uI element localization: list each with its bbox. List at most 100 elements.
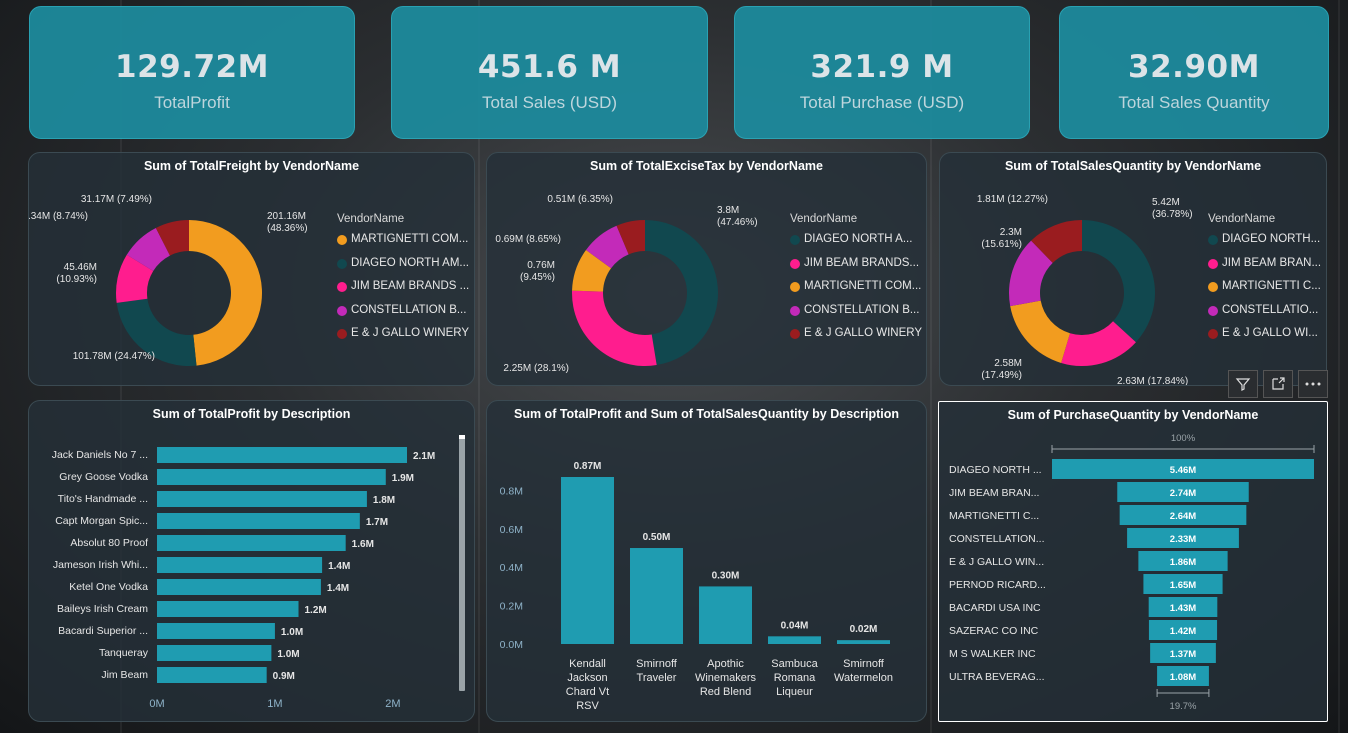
bar (157, 601, 299, 617)
kpi-label: TotalProfit (154, 93, 230, 112)
excise-donut-chart[interactable]: 3.8M(47.46%) 2.25M (28.1%) 0.76M(9.45%) 0.6… (487, 175, 787, 385)
bar (157, 491, 367, 507)
funnel-category-label: M S WALKER INC (949, 648, 1036, 660)
focus-mode-icon[interactable] (1263, 370, 1293, 398)
freight-donut-card[interactable]: Sum of TotalFreight by VendorName 201.16… (28, 152, 475, 386)
legend-label: JIM BEAM BRANDS... (804, 256, 920, 269)
kpi-card-total-sales-quantity[interactable]: 32.90M Total Sales Quantity (1059, 6, 1329, 139)
category-label: Romana (774, 672, 816, 684)
bar-data-label: 1.4M (328, 561, 350, 572)
profit-and-quantity-card[interactable]: Sum of TotalProfit and Sum of TotalSales… (486, 400, 927, 722)
legend-dot-icon (1208, 258, 1218, 269)
legend-label: E & J GALLO WINERY (351, 327, 470, 339)
sales-quantity-legend[interactable]: VendorName DIAGEO NORTH... JIM BEAM BRAN..… (1208, 213, 1321, 351)
excise-donut-card[interactable]: Sum of TotalExciseTax by VendorName 3.8M… (486, 152, 927, 386)
slice-data-label: 45.46M (64, 262, 97, 273)
donut-slice (189, 220, 263, 366)
profit-and-quantity-column-chart[interactable]: 0.0M 0.2M 0.4M 0.6M 0.8M 0.87M Kendall Jackson C… (487, 423, 927, 722)
legend-item[interactable]: E & J GALLO WINERY (790, 327, 922, 351)
legend-item[interactable]: MARTIGNETTI C... (1208, 280, 1321, 304)
legend-title: VendorName (1208, 213, 1276, 225)
category-label: Jim Beam (101, 669, 148, 681)
slice-data-label: 2.3M (1000, 227, 1022, 238)
bar-data-label: 1.4M (327, 583, 349, 594)
slice-data-label: 5.42M (1152, 197, 1180, 208)
legend-item[interactable]: E & J GALLO WINERY (337, 327, 469, 351)
legend-item[interactable]: MARTIGNETTI COM... (790, 280, 922, 304)
legend-item[interactable]: CONSTELLATION B... (337, 304, 469, 328)
legend-item[interactable]: E & J GALLO WI... (1208, 327, 1321, 351)
legend-item[interactable]: JIM BEAM BRANDS... (790, 257, 922, 281)
kpi-card-total-purchase[interactable]: 321.9 M Total Purchase (USD) (734, 6, 1030, 139)
legend-item[interactable]: DIAGEO NORTH A... (790, 233, 922, 257)
bar-data-label: 1.7M (366, 517, 388, 528)
kpi-value: 129.72M (115, 49, 269, 85)
legend-item[interactable]: CONSTELLATIO... (1208, 304, 1321, 328)
column (630, 548, 683, 644)
funnel-data-label: 1.43M (1170, 603, 1196, 614)
kpi-label: Total Sales (USD) (481, 93, 618, 112)
sales-quantity-donut-card[interactable]: Sum of TotalSalesQuantity by VendorName … (939, 152, 1327, 386)
slice-data-label: 0.69M (8.65%) (495, 234, 561, 245)
profit-by-description-card[interactable]: Sum of TotalProfit by Description Jack D… (28, 400, 475, 722)
funnel-category-label: SAZERAC CO INC (949, 625, 1039, 637)
funnel-data-label: 5.46M (1170, 465, 1196, 476)
chart-title: Sum of TotalExciseTax by VendorName (590, 159, 823, 173)
funnel-category-label: CONSTELLATION... (949, 533, 1045, 545)
y-tick-label: 0.0M (500, 639, 523, 651)
kpi-card-total-sales[interactable]: 451.6 M Total Sales (USD) (391, 6, 708, 139)
category-label: Liqueur (776, 686, 813, 698)
kpi-label: Total Purchase (USD) (799, 93, 965, 112)
legend-item[interactable]: JIM BEAM BRAN... (1208, 257, 1321, 281)
purchase-quantity-funnel-card[interactable]: Sum of PurchaseQuantity by VendorName 10… (938, 401, 1328, 722)
funnel-category-label: ULTRA BEVERAG... (949, 671, 1045, 683)
purchase-quantity-funnel-chart[interactable]: 100% DIAGEO NORTH ... 5.46M JIM BEAM BRAN..… (939, 424, 1328, 722)
excise-legend[interactable]: VendorName DIAGEO NORTH A... JIM BEAM BRAN… (790, 213, 922, 351)
filter-icon[interactable] (1228, 370, 1258, 398)
freight-donut-chart[interactable]: 201.16M(48.36%) 101.78M (24.47%) 45.46M(10… (29, 175, 329, 385)
donut-slice (572, 290, 657, 366)
funnel-data-label: 1.65M (1170, 580, 1196, 591)
donut-slice (1082, 220, 1155, 343)
legend-dot-icon (790, 235, 800, 245)
legend-label: CONSTELLATIO... (1222, 303, 1319, 316)
chart-title: Sum of TotalProfit by Description (152, 407, 351, 421)
bar-data-label: 1.8M (373, 495, 395, 506)
funnel-data-label: 1.86M (1170, 557, 1196, 568)
category-label: Tanqueray (99, 647, 149, 659)
category-label: Chard Vt (566, 686, 609, 698)
legend-item[interactable]: JIM BEAM BRANDS ... (337, 280, 469, 304)
legend-label: DIAGEO NORTH AM... (351, 256, 469, 269)
bar-data-label: 1.2M (305, 605, 327, 616)
category-label: RSV (576, 700, 599, 712)
funnel-category-label: E & J GALLO WIN... (949, 556, 1044, 568)
slice-percent-label: (9.45%) (520, 272, 555, 283)
bar (157, 623, 275, 639)
bar-data-label: 1.9M (392, 473, 414, 484)
profit-by-description-bar-chart[interactable]: Jack Daniels No 7 ... 2.1M Grey Goose Vodk… (29, 423, 475, 722)
sales-quantity-donut-chart[interactable]: 5.42M(36.78%) 2.63M (17.84%) 2.58M(17.49%)… (940, 175, 1205, 385)
legend-item[interactable]: DIAGEO NORTH... (1208, 233, 1321, 257)
legend-item[interactable]: DIAGEO NORTH AM... (337, 257, 469, 281)
legend-label: DIAGEO NORTH... (1222, 233, 1321, 245)
kpi-card-total-profit[interactable]: 129.72M TotalProfit (29, 6, 355, 139)
column (837, 640, 890, 644)
more-options-icon[interactable] (1298, 370, 1328, 398)
y-tick-label: 0.8M (500, 485, 523, 497)
slice-data-label: 31.17M (7.49%) (81, 194, 152, 205)
slice-data-label: 2.58M (994, 358, 1022, 369)
legend-dot-icon (337, 258, 347, 269)
legend-dot-icon (790, 305, 800, 316)
slice-data-label: 201.16M (267, 211, 306, 222)
category-label: Sambuca (771, 658, 818, 670)
legend-label: CONSTELLATION B... (351, 303, 467, 316)
legend-item[interactable]: MARTIGNETTI COM... (337, 233, 469, 257)
legend-dot-icon (1208, 235, 1218, 245)
category-label: Traveler (637, 672, 677, 684)
funnel-category-label: PERNOD RICARD... (949, 579, 1046, 591)
column (768, 636, 821, 644)
legend-item[interactable]: CONSTELLATION B... (790, 304, 922, 328)
column-data-label: 0.87M (574, 461, 602, 472)
slice-percent-label: (15.61%) (981, 239, 1022, 250)
freight-legend[interactable]: VendorName MARTIGNETTI COM... DIAGEO NORTH… (337, 213, 469, 351)
